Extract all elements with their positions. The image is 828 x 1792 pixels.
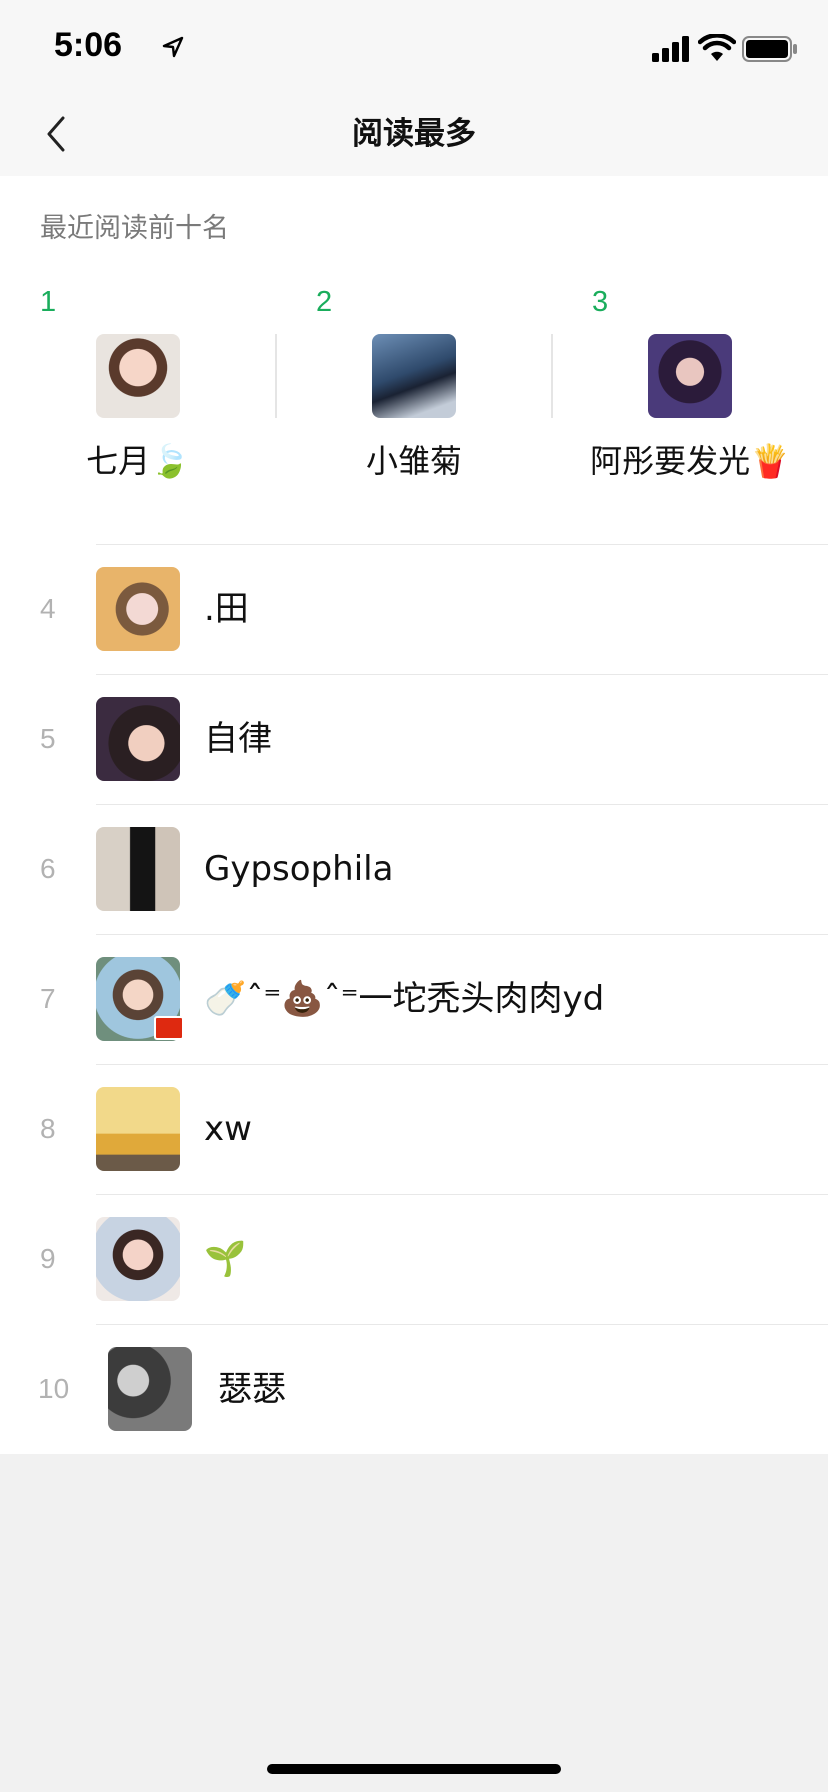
page-title: 阅读最多 (352, 116, 476, 152)
avatar (372, 334, 456, 418)
screen: 5:06 阅读最多 最近阅读前十名 1 七月🍃 2 小雏菊 3 阿彤要发光🍟 4… (0, 0, 828, 1792)
user-name: 小雏菊 (365, 442, 462, 480)
top-rank-item[interactable]: 1 七月🍃 (0, 286, 276, 506)
list-item[interactable]: 7 🍼ˆ⁼💩ˆ⁼一坨秃头肉肉yd (0, 934, 828, 1064)
avatar (96, 1217, 180, 1301)
list-item[interactable]: 8 xw (0, 1064, 828, 1194)
rank-list: 4 .田 5 自律 6 Gypsophila 7 🍼ˆ⁼� (0, 544, 828, 1454)
rank-number: 1 (40, 286, 57, 318)
list-item[interactable]: 6 Gypsophila (0, 804, 828, 934)
user-name: 🍼ˆ⁼💩ˆ⁼一坨秃头肉肉yd (204, 979, 605, 1019)
avatar (108, 1347, 192, 1431)
top-rank-item[interactable]: 3 阿彤要发光🍟 (552, 286, 828, 506)
top-three: 1 七月🍃 2 小雏菊 3 阿彤要发光🍟 (0, 286, 828, 506)
avatar (96, 827, 180, 911)
navigation-bar: 阅读最多 (0, 92, 828, 176)
rank-number: 6 (40, 853, 56, 884)
divider (96, 1324, 828, 1325)
rank-number: 2 (316, 286, 333, 318)
back-button[interactable] (28, 106, 84, 162)
avatar (96, 697, 180, 781)
rank-number: 4 (40, 593, 56, 624)
avatar (96, 1087, 180, 1171)
rank-number: 10 (38, 1373, 70, 1404)
avatar (648, 334, 732, 418)
status-bar: 5:06 (0, 0, 828, 92)
list-item[interactable]: 10 瑟瑟 (0, 1324, 828, 1454)
rank-number: 3 (592, 286, 609, 318)
flag-badge-icon (154, 1016, 184, 1040)
location-arrow-icon (162, 36, 184, 58)
user-name: .田 (204, 589, 249, 629)
cellular-signal-icon (652, 36, 689, 62)
avatar (96, 567, 180, 651)
user-name: 瑟瑟 (218, 1369, 286, 1409)
user-name: 🌱 (204, 1239, 247, 1279)
content-panel: 最近阅读前十名 1 七月🍃 2 小雏菊 3 阿彤要发光🍟 4 .田 5 自律 6… (0, 176, 828, 1454)
rank-number: 8 (40, 1113, 56, 1144)
user-name: 自律 (204, 719, 272, 759)
user-name: 阿彤要发光🍟 (590, 442, 790, 480)
avatar (96, 334, 180, 418)
rank-number: 7 (40, 983, 56, 1014)
top-rank-item[interactable]: 2 小雏菊 (276, 286, 552, 506)
list-item[interactable]: 9 🌱 (0, 1194, 828, 1324)
list-item[interactable]: 5 自律 (0, 674, 828, 804)
status-time: 5:06 (54, 26, 123, 64)
user-name: 七月🍃 (86, 442, 190, 480)
section-label: 最近阅读前十名 (40, 213, 229, 244)
user-name: Gypsophila (204, 849, 394, 889)
rank-number: 5 (40, 723, 56, 754)
chevron-left-icon (47, 116, 65, 152)
wifi-icon (698, 34, 736, 61)
home-indicator[interactable] (267, 1764, 561, 1774)
battery-icon (742, 36, 797, 62)
list-item[interactable]: 4 .田 (0, 544, 828, 674)
user-name: xw (204, 1109, 252, 1149)
rank-number: 9 (40, 1243, 56, 1274)
